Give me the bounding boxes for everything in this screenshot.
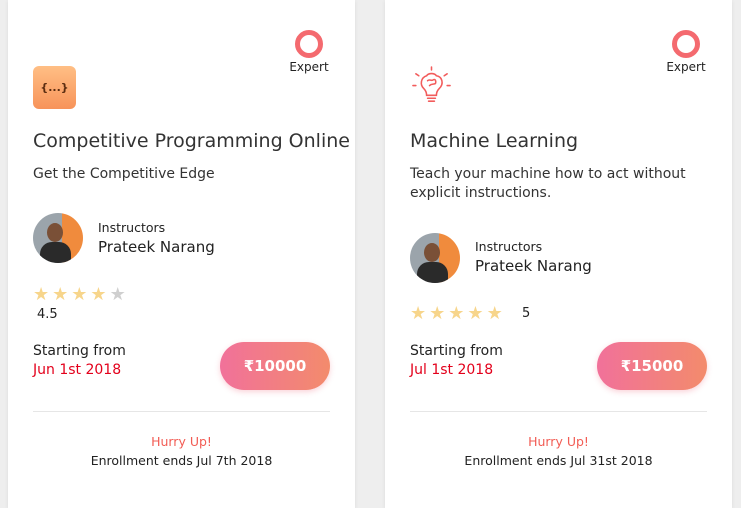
star-icon: ★ — [448, 303, 465, 324]
rating-value: 4.5 — [37, 307, 58, 322]
level-label: Expert — [666, 60, 706, 74]
level-ring-icon — [672, 30, 700, 58]
divider — [33, 411, 330, 412]
course-card[interactable]: Expert Machine Learning Teach your machi… — [385, 0, 732, 508]
start-date: Jun 1st 2018 — [33, 362, 122, 378]
brain-lightbulb-icon — [412, 66, 451, 102]
starting-from-label: Starting from — [410, 343, 503, 359]
instructor-avatar — [33, 213, 83, 263]
hurry-label: Hurry Up! — [151, 434, 212, 449]
rating-value: 5 — [522, 306, 531, 321]
star-icon: ★ — [52, 284, 69, 305]
star-icon: ★ — [71, 284, 88, 305]
enrollment-deadline: Enrollment ends Jul 31st 2018 — [464, 453, 653, 468]
level-label: Expert — [289, 60, 329, 74]
instructor-name: Prateek Narang — [475, 257, 592, 275]
star-icon: ★ — [410, 303, 427, 324]
star-icon: ★ — [486, 303, 503, 324]
course-card[interactable]: Expert {...} Competitive Programming Onl… — [8, 0, 355, 508]
course-subtitle: Get the Competitive Edge — [33, 166, 215, 182]
price-button[interactable]: ₹15000 — [597, 342, 707, 390]
star-icon: ★ — [429, 303, 446, 324]
star-icon: ★ — [90, 284, 107, 305]
price-button[interactable]: ₹10000 — [220, 342, 330, 390]
star-empty-icon: ★ — [109, 284, 126, 305]
instructors-label: Instructors — [475, 239, 543, 254]
hurry-label: Hurry Up! — [528, 434, 589, 449]
level-badge: Expert — [660, 30, 712, 74]
course-title[interactable]: Machine Learning — [410, 130, 578, 152]
enrollment-deadline: Enrollment ends Jul 7th 2018 — [90, 453, 273, 468]
course-title[interactable]: Competitive Programming Online — [33, 130, 350, 152]
star-icon: ★ — [33, 284, 50, 305]
level-badge: Expert — [283, 30, 335, 74]
starting-from-label: Starting from — [33, 343, 126, 359]
instructor-avatar — [410, 233, 460, 283]
start-date: Jul 1st 2018 — [410, 362, 494, 378]
star-icon: ★ — [467, 303, 484, 324]
instructor-name: Prateek Narang — [98, 238, 215, 256]
instructors-label: Instructors — [98, 220, 166, 235]
course-subtitle: Teach your machine how to act without ex… — [410, 166, 686, 201]
divider — [410, 411, 707, 412]
code-braces-icon: {...} — [33, 66, 76, 109]
level-ring-icon — [295, 30, 323, 58]
rating-stars: ★ ★ ★ ★ ★ — [33, 286, 126, 304]
rating-stars: ★ ★ ★ ★ ★ — [410, 305, 503, 323]
